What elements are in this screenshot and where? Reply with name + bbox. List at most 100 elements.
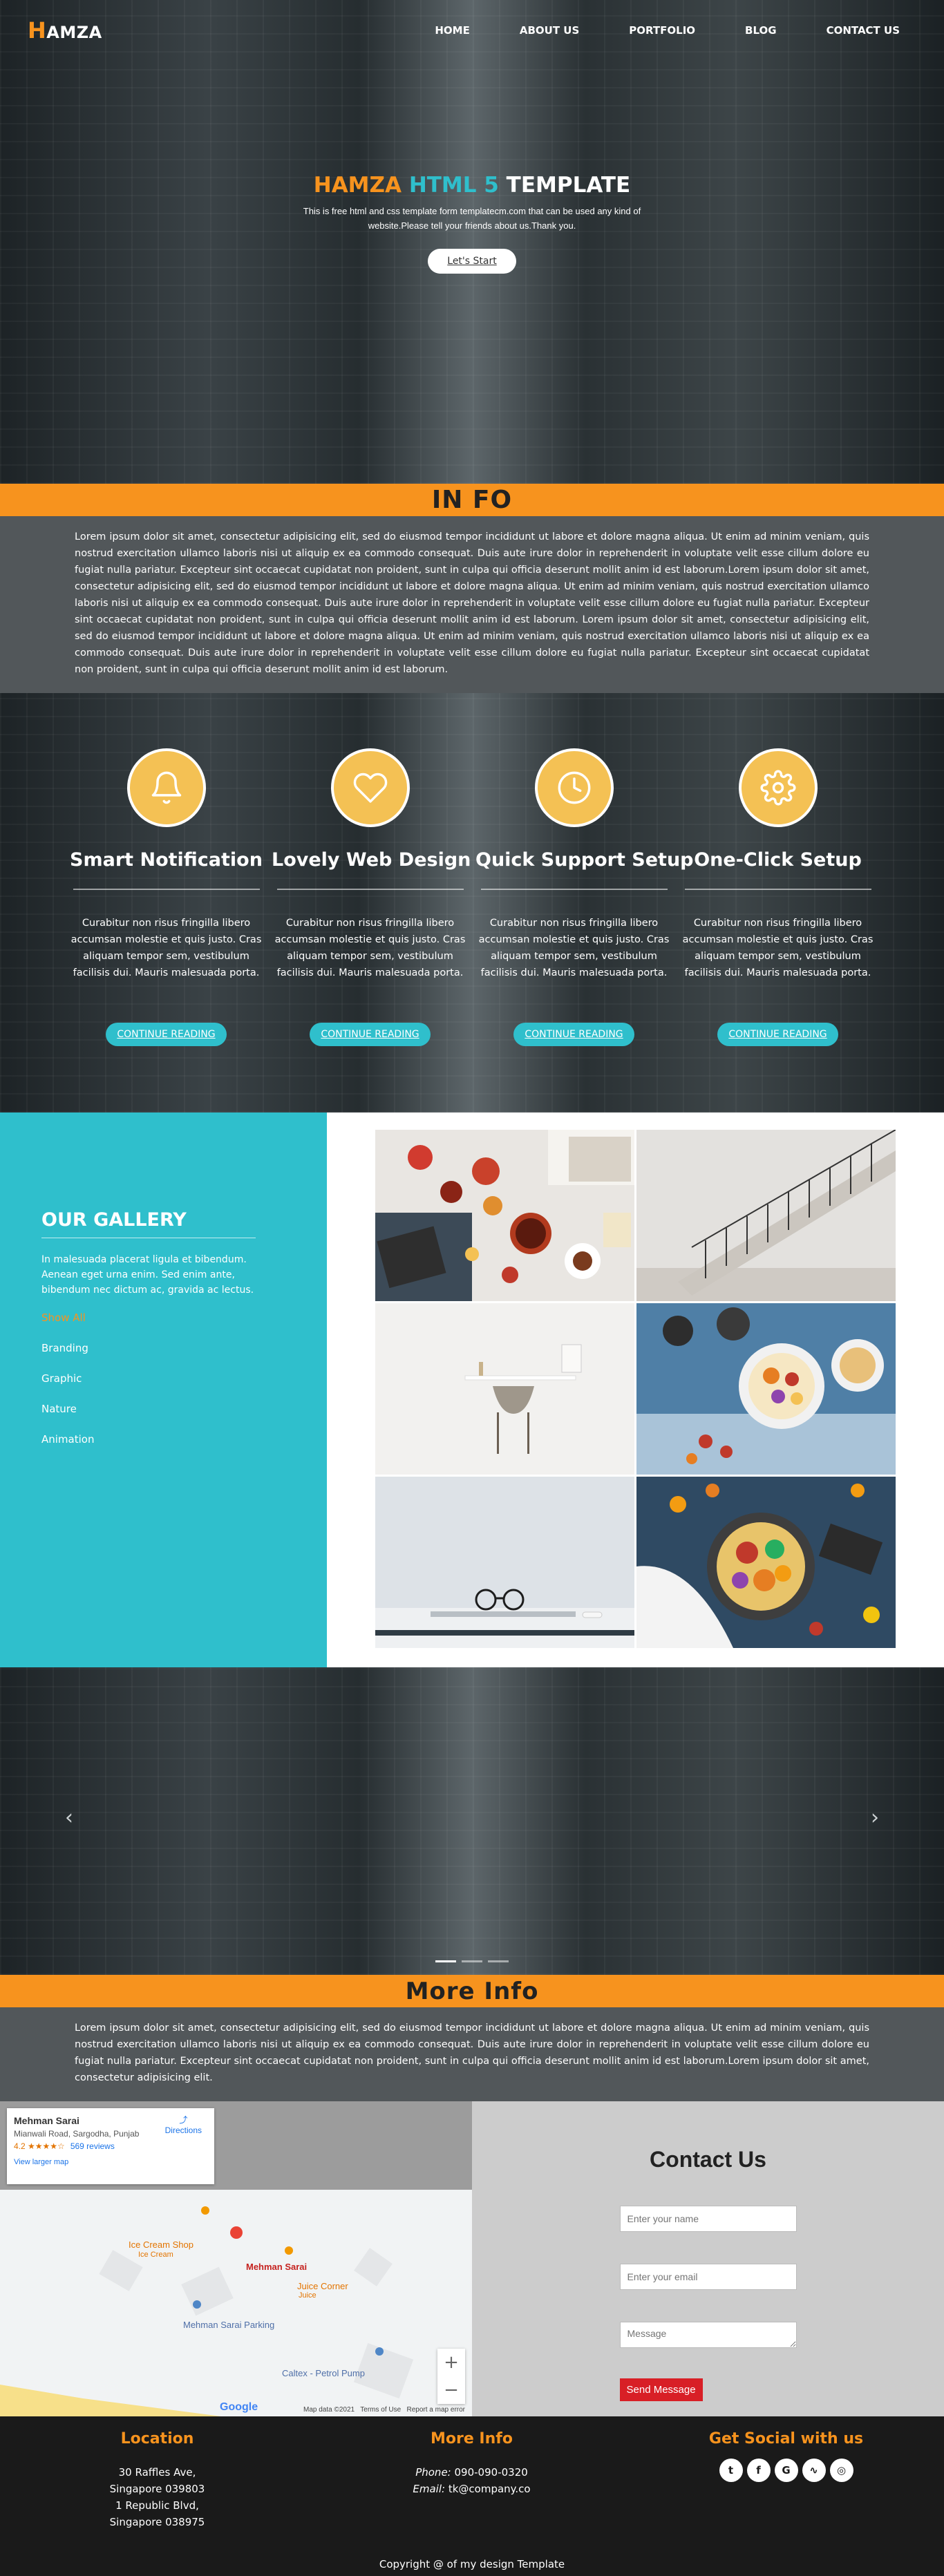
more-info-body: Lorem ipsum dolor sit amet, consectetur …: [0, 2007, 944, 2101]
gallery-filters: Show All Branding Graphic Nature Animati…: [41, 1311, 327, 1446]
nav-blog[interactable]: BLOG: [745, 24, 777, 37]
site-footer: Location 30 Raffles Ave, Singapore 03980…: [0, 2416, 944, 2576]
contact-pane: Contact Us Send Message: [472, 2101, 944, 2416]
filter-branding[interactable]: Branding: [41, 1342, 327, 1354]
logo[interactable]: HAMZA: [28, 17, 102, 44]
info-title: IN FO: [0, 484, 944, 516]
continue-reading-button[interactable]: CONTINUE READING: [106, 1023, 227, 1046]
info-body: Lorem ipsum dolor sit amet, consectetur …: [0, 516, 944, 693]
map-label-juice: Juice: [299, 2291, 317, 2300]
location-lines: 30 Raffles Ave, Singapore 039803 1 Repub…: [0, 2464, 314, 2530]
map-label-juice-corner: Juice Corner: [297, 2281, 348, 2291]
feature-divider: [480, 889, 668, 890]
name-input[interactable]: [619, 2206, 797, 2232]
feature-title: Quick Support Setup: [475, 849, 694, 871]
terms-of-use-link[interactable]: Terms of Use: [360, 2406, 401, 2414]
nav-home[interactable]: HOME: [435, 24, 469, 37]
slider-prev-icon[interactable]: ‹: [65, 1806, 73, 1830]
feature-title: Lovely Web Design: [272, 849, 471, 871]
footer-info-title: More Info: [431, 2430, 513, 2447]
slider-indicator[interactable]: [435, 1960, 456, 1962]
map-place-card: Mehman Sarai Mianwali Road, Sargodha, Pu…: [7, 2108, 214, 2184]
rating-stars: 4.2 ★★★★☆: [14, 2141, 65, 2151]
location-title: Location: [120, 2430, 194, 2447]
gallery-image-fruit-platter[interactable]: [636, 1477, 896, 1648]
email-label: Email:: [413, 2483, 446, 2495]
gallery-text: In malesuada placerat ligula et bibendum…: [41, 1254, 254, 1296]
navbar: HAMZA HOME ABOUT US PORTFOLIO BLOG CONTA…: [0, 0, 944, 61]
filter-animation[interactable]: Animation: [41, 1433, 327, 1446]
zoom-out-icon[interactable]: −: [437, 2376, 465, 2404]
map-contact-section: Mehman Sarai Mianwali Road, Sargodha, Pu…: [0, 2101, 944, 2416]
map-label-petrol-pump: Caltex - Petrol Pump: [282, 2368, 365, 2378]
heart-icon: [330, 748, 410, 827]
twitter-icon[interactable]: t: [719, 2459, 743, 2482]
logo-initial: H: [28, 17, 47, 44]
bell-icon: [126, 748, 206, 827]
hero-subtitle: This is free html and css template form …: [303, 206, 641, 231]
continue-reading-button[interactable]: CONTINUE READING: [310, 1023, 431, 1046]
logo-text: AMZA: [46, 23, 102, 42]
feature-divider: [276, 889, 464, 890]
image-slider: ‹ ›: [0, 1667, 944, 1975]
continue-reading-button[interactable]: CONTINUE READING: [513, 1023, 634, 1046]
footer-location: Location 30 Raffles Ave, Singapore 03980…: [0, 2430, 314, 2530]
directions-button[interactable]: ⤴ Directions: [165, 2114, 202, 2135]
gallery-image-fruit-bowl[interactable]: [636, 1303, 896, 1475]
google-map[interactable]: Mehman Sarai Mianwali Road, Sargodha, Pu…: [0, 2101, 472, 2416]
map-label-mehman-sarai: Mehman Sarai: [246, 2262, 308, 2272]
zoom-in-icon[interactable]: +: [437, 2349, 465, 2376]
feature-card: One-Click Setup Curabitur non risus frin…: [679, 748, 876, 1046]
email-value[interactable]: tk@company.co: [449, 2483, 531, 2495]
map-label-ice-cream-shop: Ice Cream Shop: [129, 2239, 193, 2250]
slider-indicators: [0, 1960, 944, 1962]
directions-label: Directions: [164, 2125, 202, 2135]
feature-text: Curabitur non risus fringilla libero acc…: [478, 918, 670, 978]
gallery-grid-wrapper: [327, 1112, 944, 1667]
continue-reading-button[interactable]: CONTINUE READING: [717, 1023, 838, 1046]
map-zoom-controls: + −: [437, 2349, 465, 2404]
copyright: Copyright @ of my design Template: [379, 2558, 565, 2570]
view-larger-map-link[interactable]: View larger map: [14, 2158, 207, 2166]
gallery-image-laptop-glasses[interactable]: [375, 1477, 634, 1648]
location-line: 30 Raffles Ave,: [118, 2466, 196, 2479]
features-row: Smart Notification Curabitur non risus f…: [68, 748, 876, 1046]
send-message-button[interactable]: Send Message: [619, 2378, 703, 2401]
footer-columns: Location 30 Raffles Ave, Singapore 03980…: [0, 2416, 944, 2530]
map-footer: Map data ©2021 Terms of Use Report a map…: [303, 2406, 465, 2414]
clock-icon: [534, 748, 614, 827]
feature-divider: [684, 889, 871, 890]
nav-contact-us[interactable]: CONTACT US: [827, 24, 900, 37]
slider-indicator[interactable]: [462, 1960, 482, 1962]
nav-portfolio[interactable]: PORTFOLIO: [629, 24, 695, 37]
info-section: IN FO Lorem ipsum dolor sit amet, consec…: [0, 484, 944, 693]
google-plus-icon[interactable]: G: [774, 2459, 798, 2482]
reviews-link[interactable]: 569 reviews: [70, 2141, 115, 2151]
social-title: Get Social with us: [708, 2430, 864, 2447]
hero-section: HAMZA HOME ABOUT US PORTFOLIO BLOG CONTA…: [0, 0, 944, 484]
gallery-image-breakfast-table[interactable]: [375, 1130, 634, 1301]
slider-next-icon[interactable]: ›: [871, 1806, 879, 1830]
location-line: 1 Republic Blvd,: [115, 2499, 199, 2512]
gallery-image-desk[interactable]: [375, 1303, 634, 1475]
report-map-error-link[interactable]: Report a map error: [407, 2406, 465, 2414]
rss-icon[interactable]: ∿: [802, 2459, 826, 2482]
gallery-section: OUR GALLERY In malesuada placerat ligula…: [0, 1112, 944, 1667]
filter-graphic[interactable]: Graphic: [41, 1372, 327, 1385]
slider-indicator[interactable]: [488, 1960, 509, 1962]
email-input[interactable]: [619, 2264, 797, 2290]
feature-card: Quick Support Setup Curabitur non risus …: [475, 748, 694, 1046]
message-input[interactable]: [619, 2322, 797, 2348]
hero-title-template: TEMPLATE: [506, 173, 631, 198]
lets-start-button[interactable]: Let's Start: [428, 248, 516, 274]
gallery-image-stairs[interactable]: [636, 1130, 896, 1301]
facebook-icon[interactable]: f: [746, 2459, 771, 2482]
filter-nature[interactable]: Nature: [41, 1403, 327, 1415]
feature-divider: [73, 889, 260, 890]
google-logo: Google: [220, 2401, 258, 2413]
dribbble-icon[interactable]: ◎: [829, 2459, 853, 2482]
hero-title: HAMZA HTML 5 TEMPLATE: [0, 173, 944, 198]
filter-show-all[interactable]: Show All: [41, 1311, 327, 1324]
contact-title: Contact Us: [650, 2147, 766, 2172]
nav-about-us[interactable]: ABOUT US: [520, 24, 579, 37]
